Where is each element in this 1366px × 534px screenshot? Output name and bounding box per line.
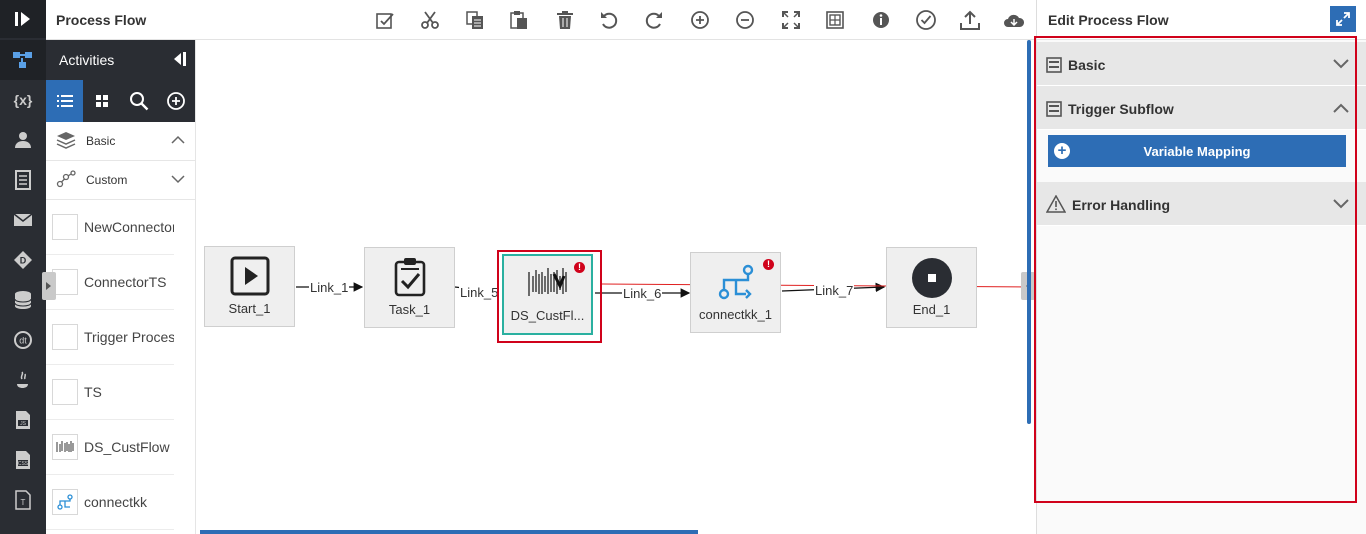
link-label[interactable]: Link_1	[309, 280, 350, 295]
link-label[interactable]: Link_5	[459, 285, 500, 300]
expand-panel-icon[interactable]	[1330, 6, 1356, 32]
flow-node-start[interactable]: Start_1	[204, 246, 295, 327]
canvas-horizontal-scrollbar[interactable]	[200, 530, 698, 534]
edit-panel-header: Edit Process Flow	[1037, 0, 1366, 40]
node-label: connectkk_1	[699, 307, 772, 322]
connector-icon	[716, 262, 756, 307]
node-label: Task_1	[388, 302, 431, 317]
canvas-vertical-scrollbar[interactable]	[1027, 40, 1031, 424]
clipboard-check-icon	[394, 257, 426, 302]
stop-icon	[911, 257, 953, 304]
highlight-box	[497, 250, 602, 343]
flow-node-connectkk[interactable]: ! connectkk_1	[690, 252, 781, 333]
flow-node-task[interactable]: Task_1	[364, 247, 455, 328]
link-label[interactable]: Link_6	[622, 286, 663, 301]
error-indicator-icon: !	[763, 259, 774, 270]
highlight-box	[1034, 36, 1357, 503]
node-label: Start_1	[228, 301, 271, 316]
flow-node-end[interactable]: End_1	[886, 247, 977, 328]
node-label: End_1	[912, 302, 951, 317]
link-label[interactable]: Link_7	[814, 283, 855, 298]
expand-left-handle[interactable]	[42, 272, 56, 300]
play-icon	[230, 256, 270, 301]
edit-panel-title: Edit Process Flow	[1048, 12, 1169, 28]
